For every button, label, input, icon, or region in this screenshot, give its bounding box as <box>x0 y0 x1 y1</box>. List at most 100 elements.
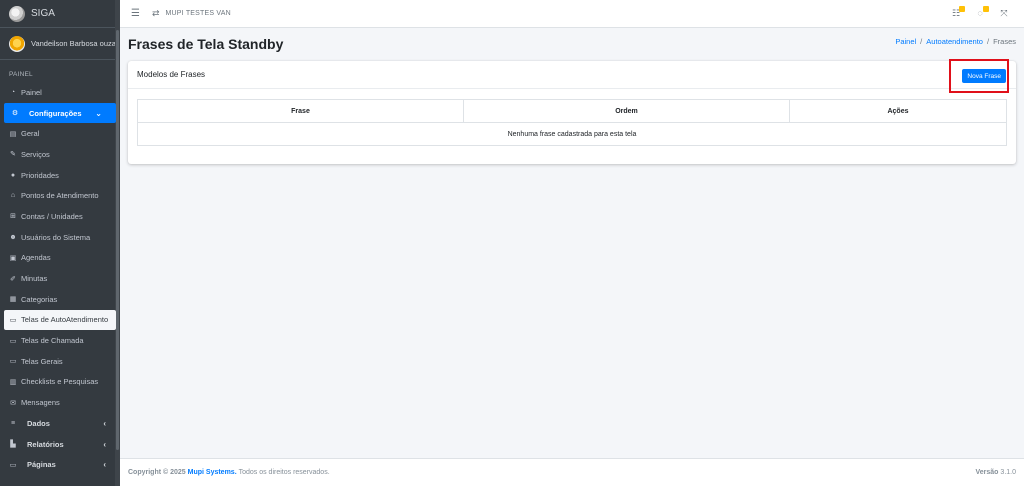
chevron-left-icon: ‹ <box>103 439 106 449</box>
desktop-icon: ▭ <box>9 316 17 324</box>
rights-text: Todos os direitos reservados. <box>238 469 330 476</box>
list-icon: ▦ <box>9 296 17 304</box>
brand-link[interactable]: SIGA <box>0 0 120 28</box>
empty-message: Nenhuma frase cadastrada para esta tela <box>137 122 1007 146</box>
breadcrumb-autoatendimento[interactable]: Autoatendimento <box>926 37 983 46</box>
sidebar-item-label: Relatórios <box>27 439 64 449</box>
home-icon: ⌂ <box>10 192 16 200</box>
sidebar-item-label: Configurações <box>29 108 82 118</box>
sidebar-item-label: Pontos de Atendimento <box>21 191 99 201</box>
table-row: Nenhuma frase cadastrada para esta tela <box>137 122 1007 146</box>
sidebar-item-label: Mensagens <box>21 398 60 408</box>
menu-toggle-icon[interactable]: ☰ <box>131 8 140 19</box>
circle-icon: ● <box>10 171 16 179</box>
sidebar-item-minutas[interactable]: ✐ Minutas <box>0 268 120 289</box>
sidebar-item-label: Agendas <box>21 253 51 263</box>
sidebar-item-label: Usuários do Sistema <box>21 232 91 242</box>
sidebar-item-label: Telas de AutoAtendimento <box>21 315 109 325</box>
wrench-icon: ✎ <box>10 151 16 159</box>
copyright-text: Copyright © 2025 <box>128 469 186 476</box>
sidebar-item-paginas[interactable]: ▭ Páginas ‹ <box>0 454 120 475</box>
swap-icon[interactable]: ⇄ <box>152 8 160 19</box>
sidebar-item-label: Contas / Unidades <box>21 211 83 221</box>
envelope-icon: ✉ <box>10 399 16 407</box>
sidebar-item-servicos[interactable]: ✎ Serviços <box>0 144 120 165</box>
breadcrumb-current: Frases <box>993 37 1016 46</box>
printer-icon: ▤ <box>9 130 17 138</box>
sidebar-item-label: Geral <box>21 129 40 139</box>
sidebar-item-painel[interactable]: ◔ Painel <box>0 82 120 103</box>
users-icon: ☻ <box>9 233 17 241</box>
chart-icon: ▙ <box>10 441 16 449</box>
sidebar-item-label: Telas Gerais <box>21 356 63 366</box>
chevron-down-icon: ⌄ <box>95 108 102 118</box>
sidebar-item-label: Painel <box>21 87 42 97</box>
footer: Copyright © 2025 Mupi Systems. Todos os … <box>120 458 1024 486</box>
phrases-card: Modelos de Frases Nova Frase Frase Ordem… <box>128 59 1016 164</box>
edit-icon: ✐ <box>10 275 16 283</box>
sidebar-item-usuarios[interactable]: ☻ Usuários do Sistema <box>0 227 120 248</box>
page-title: Frases de Tela Standby <box>128 36 284 52</box>
version-info: Versão 3.1.0 <box>976 469 1017 476</box>
topbar: ☰ ⇄ MUPI TESTES VAN ☷ ◌ ⤧ <box>120 0 1024 28</box>
desktop-icon: ▭ <box>9 337 17 345</box>
desktop-icon: ▭ <box>9 358 17 366</box>
sidebar-item-mensagens[interactable]: ✉ Mensagens <box>0 392 120 413</box>
sidebar-item-label: Serviços <box>21 149 50 159</box>
id-card-icon: ▥ <box>9 378 17 386</box>
version-label: Versão <box>975 469 999 476</box>
sidebar-item-geral[interactable]: ▤ Geral <box>0 123 120 144</box>
company-link[interactable]: Mupi Systems. <box>188 469 237 476</box>
sidebar-item-telas-chamada[interactable]: ▭ Telas de Chamada <box>0 330 120 351</box>
sidebar-item-dados[interactable]: ≡ Dados ‹ <box>0 413 120 434</box>
column-header-frase: Frase <box>137 99 464 123</box>
sidebar-item-prioridades[interactable]: ● Prioridades <box>0 165 120 186</box>
sidebar-item-label: Prioridades <box>21 170 59 180</box>
sidebar-item-pontos-atendimento[interactable]: ⌂ Pontos de Atendimento <box>0 185 120 206</box>
user-name: Vandeilson Barbosa ouza <box>31 39 116 48</box>
user-panel[interactable]: Vandeilson Barbosa ouza <box>0 28 120 60</box>
chevron-left-icon: ‹ <box>103 460 106 470</box>
sidebar-item-relatorios[interactable]: ▙ Relatórios ‹ <box>0 434 120 455</box>
brand-logo <box>9 5 25 22</box>
tasks-icon[interactable]: ☷ <box>950 6 965 18</box>
phrases-table: Frase Ordem Ações Nenhuma frase cadastra… <box>137 99 1007 146</box>
desktop-icon: ▭ <box>9 461 17 469</box>
organization-name[interactable]: MUPI TESTES VAN <box>166 10 231 17</box>
breadcrumb-painel[interactable]: Painel <box>895 37 916 46</box>
sidebar-item-contas-unidades[interactable]: ⊞ Contas / Unidades <box>0 206 120 227</box>
sidebar-item-label: Minutas <box>21 274 48 284</box>
content: Frases de Tela Standby Painel / Autoatendi… <box>120 28 1024 458</box>
column-header-acoes: Ações <box>789 99 1007 123</box>
avatar <box>9 35 25 52</box>
column-header-ordem: Ordem <box>463 99 790 123</box>
sitemap-icon: ⊞ <box>10 213 16 221</box>
breadcrumb: Painel / Autoatendimento / Frases <box>895 37 1016 46</box>
chevron-left-icon: ‹ <box>103 418 106 428</box>
fullscreen-icon[interactable]: ⤧ <box>998 8 1010 18</box>
chat-badge <box>983 6 989 12</box>
sidebar-item-telas-gerais[interactable]: ▭ Telas Gerais <box>0 351 120 372</box>
sidebar-item-label: Checklists e Pesquisas <box>21 377 99 387</box>
sidebar-item-label: Categorias <box>21 294 58 304</box>
card-header: Modelos de Frases <box>128 61 1016 89</box>
brand-name: SIGA <box>31 8 55 19</box>
cogs-icon: ⚙ <box>11 110 19 118</box>
card-title: Modelos de Frases <box>137 70 206 79</box>
new-phrase-button[interactable]: Nova Frase <box>962 69 1006 83</box>
sidebar-item-label: Páginas <box>27 460 56 470</box>
version-number: 3.1.0 <box>1000 469 1016 476</box>
sidebar-item-categorias[interactable]: ▦ Categorias <box>0 289 120 310</box>
sidebar-item-telas-autoatendimento[interactable]: ▭ Telas de AutoAtendimento <box>4 309 116 331</box>
sidebar-item-configuracoes[interactable]: ⚙ Configurações ⌄ <box>4 102 116 124</box>
sidebar-item-label: Telas de Chamada <box>21 336 84 346</box>
database-icon: ≡ <box>10 419 16 427</box>
calendar-icon: ▣ <box>9 254 17 262</box>
topbar-icons: ☷ ◌ ⤧ <box>950 6 1010 18</box>
chat-icon[interactable]: ◌ <box>974 6 989 18</box>
table-header-row: Frase Ordem Ações <box>137 99 1007 123</box>
nav-header: PAINEL <box>9 71 33 78</box>
sidebar-item-agendas[interactable]: ▣ Agendas <box>0 248 120 269</box>
tasks-badge <box>959 6 965 12</box>
sidebar-item-checklists[interactable]: ▥ Checklists e Pesquisas <box>0 372 120 393</box>
